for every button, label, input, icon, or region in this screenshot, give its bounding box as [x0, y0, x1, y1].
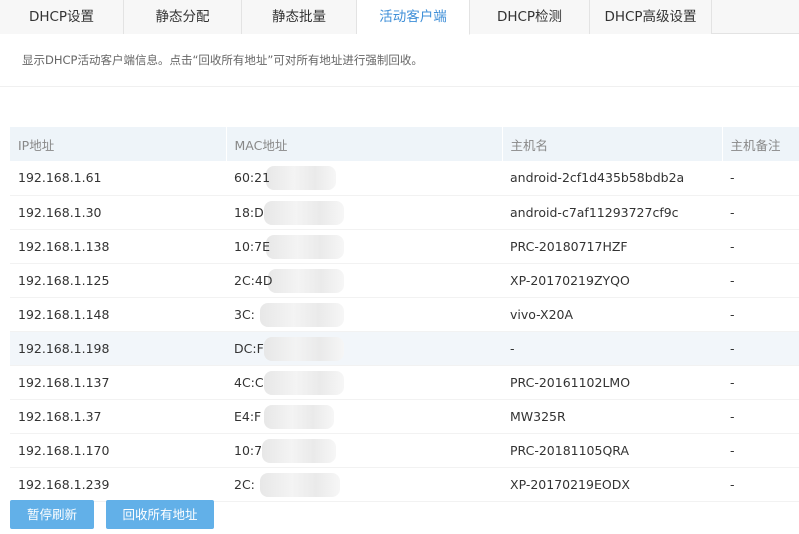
header-note: 主机备注 [722, 127, 799, 161]
tab-active-clients[interactable]: 活动客户端 [357, 0, 470, 35]
cell-mac: 2C:4D [226, 263, 502, 298]
table-row: 192.168.1.138 10:7E PRC-20180717HZF - [10, 229, 799, 264]
mac-prefix: DC:F [234, 340, 264, 356]
cell-mac: 18:D [226, 195, 502, 230]
mac-prefix: 10:7 [234, 442, 263, 458]
dhcp-clients-page: DHCP设置 静态分配 静态批量 活动客户端 DHCP检测 DHCP高级设置 显… [0, 0, 799, 534]
table-row: 192.168.1.198 DC:F - - [10, 331, 799, 366]
table-row: 192.168.1.37 E4:F MW325R - [10, 399, 799, 434]
mac-redaction [264, 370, 344, 395]
cell-ip: 192.168.1.30 [10, 195, 226, 230]
mac-prefix: 2C:4D [234, 272, 273, 288]
cell-ip: 192.168.1.239 [10, 467, 226, 502]
cell-note: - [722, 399, 799, 434]
cell-ip: 192.168.1.125 [10, 263, 226, 298]
cell-note: - [722, 195, 799, 230]
header-hostname: 主机名 [502, 127, 723, 161]
mac-prefix: 18:D [234, 204, 264, 220]
table-row: 192.168.1.61 60:21 android-2cf1d435b58bd… [10, 161, 799, 196]
mac-prefix: 60:21 [234, 170, 271, 186]
cell-hostname: PRC-20181105QRA [502, 433, 722, 468]
mac-redaction [264, 404, 334, 429]
mac-redaction [264, 200, 344, 225]
mac-redaction [266, 234, 344, 259]
cell-mac: 3C: [226, 297, 502, 332]
mac-redaction [268, 268, 344, 293]
clients-table: IP地址 MAC地址 主机名 主机备注 192.168.1.61 60:21 a… [10, 127, 799, 502]
mac-prefix: 2C: [234, 476, 255, 492]
cell-note: - [722, 467, 799, 502]
cell-ip: 192.168.1.198 [10, 331, 226, 366]
cell-hostname: - [502, 331, 722, 366]
tab-dhcp-settings[interactable]: DHCP设置 [0, 0, 124, 34]
tab-bar: DHCP设置 静态分配 静态批量 活动客户端 DHCP检测 DHCP高级设置 [0, 0, 799, 35]
cell-ip: 192.168.1.61 [10, 161, 226, 196]
header-ip: IP地址 [10, 127, 227, 161]
cell-hostname: PRC-20161102LMO [502, 365, 722, 400]
cell-ip: 192.168.1.37 [10, 399, 226, 434]
cell-ip: 192.168.1.170 [10, 433, 226, 468]
cell-ip: 192.168.1.138 [10, 229, 226, 264]
pause-refresh-button[interactable]: 暂停刷新 [10, 500, 94, 529]
table-row: 192.168.1.170 10:7 PRC-20181105QRA - [10, 433, 799, 468]
cell-hostname: MW325R [502, 399, 722, 434]
mac-redaction [260, 472, 340, 497]
cell-mac: 4C:C [226, 365, 502, 400]
cell-ip: 192.168.1.148 [10, 297, 226, 332]
cell-note: - [722, 229, 799, 264]
mac-prefix: E4:F [234, 408, 262, 424]
cell-note: - [722, 331, 799, 366]
table-header-row: IP地址 MAC地址 主机名 主机备注 [10, 127, 799, 161]
cell-hostname: PRC-20180717HZF [502, 229, 722, 264]
table-row: 192.168.1.30 18:D android-c7af11293727cf… [10, 195, 799, 230]
cell-hostname: XP-20170219EODX [502, 467, 722, 502]
table-row: 192.168.1.148 3C: vivo-X20A - [10, 297, 799, 332]
cell-hostname: vivo-X20A [502, 297, 722, 332]
cell-hostname: android-c7af11293727cf9c [502, 195, 722, 230]
cell-hostname: android-2cf1d435b58bdb2a [502, 161, 722, 196]
cell-mac: 60:21 [226, 161, 502, 196]
mac-prefix: 10:7E [234, 238, 270, 254]
reclaim-all-button[interactable]: 回收所有地址 [106, 500, 214, 529]
cell-mac: 2C: [226, 467, 502, 502]
mac-redaction [264, 336, 344, 361]
table-row: 192.168.1.125 2C:4D XP-20170219ZYQO - [10, 263, 799, 298]
mac-redaction [266, 166, 336, 190]
cell-ip: 192.168.1.137 [10, 365, 226, 400]
cell-note: - [722, 297, 799, 332]
tab-static-allocation[interactable]: 静态分配 [124, 0, 242, 34]
cell-note: - [722, 263, 799, 298]
tab-dhcp-advanced[interactable]: DHCP高级设置 [590, 0, 712, 34]
mac-redaction [262, 438, 336, 463]
mac-prefix: 3C: [234, 306, 255, 322]
cell-hostname: XP-20170219ZYQO [502, 263, 722, 298]
cell-note: - [722, 365, 799, 400]
mac-prefix: 4C:C [234, 374, 264, 390]
clients-table-container: IP地址 MAC地址 主机名 主机备注 192.168.1.61 60:21 a… [10, 127, 799, 502]
tab-static-batch[interactable]: 静态批量 [242, 0, 357, 34]
cell-note: - [722, 433, 799, 468]
header-mac: MAC地址 [226, 127, 503, 161]
tab-dhcp-detection[interactable]: DHCP检测 [470, 0, 590, 34]
cell-mac: DC:F [226, 331, 502, 366]
page-description: 显示DHCP活动客户端信息。点击“回收所有地址”可对所有地址进行强制回收。 [0, 35, 799, 87]
table-row: 192.168.1.239 2C: XP-20170219EODX - [10, 467, 799, 502]
cell-note: - [722, 161, 799, 196]
mac-redaction [260, 302, 344, 327]
cell-mac: 10:7E [226, 229, 502, 264]
table-row: 192.168.1.137 4C:C PRC-20161102LMO - [10, 365, 799, 400]
cell-mac: E4:F [226, 399, 502, 434]
cell-mac: 10:7 [226, 433, 502, 468]
